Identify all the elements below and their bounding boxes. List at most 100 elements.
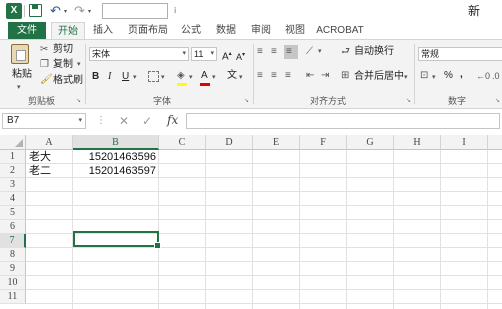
save-icon[interactable] <box>29 4 42 17</box>
paste-dropdown-icon[interactable]: ▾ <box>17 81 21 95</box>
shrink-font-icon[interactable]: A▾ <box>236 48 245 64</box>
number-launcher-icon[interactable]: ↘ <box>495 97 500 104</box>
column-header-d[interactable]: D <box>206 135 253 150</box>
underline-dropdown-icon[interactable]: ▾ <box>133 71 137 85</box>
column-header-i[interactable]: I <box>441 135 488 150</box>
wrap-text-icon[interactable]: ⮐ <box>341 45 350 59</box>
undo-dropdown-icon[interactable]: ▾ <box>64 8 67 15</box>
formula-input[interactable] <box>186 113 500 129</box>
merge-center-button[interactable]: 合并后居中 <box>354 70 404 84</box>
column-header-a[interactable]: A <box>26 135 73 150</box>
column-header-g[interactable]: G <box>347 135 394 150</box>
tab-view[interactable]: 视图 <box>280 22 310 39</box>
row-header-8[interactable]: 8 <box>0 248 26 262</box>
tab-acrobat[interactable]: ACROBAT <box>314 22 366 39</box>
row-header-10[interactable]: 10 <box>0 276 26 290</box>
cell-b2[interactable]: 15201463597 <box>74 164 156 178</box>
font-launcher-icon[interactable]: ↘ <box>244 97 249 104</box>
percent-button[interactable]: % <box>444 69 453 83</box>
row-header-1[interactable]: 1 <box>0 150 26 164</box>
decrease-decimal-icon[interactable]: .0 <box>492 69 500 83</box>
cut-button[interactable]: 剪切 <box>53 43 73 57</box>
bold-button[interactable]: B <box>92 70 99 84</box>
column-header-e[interactable]: E <box>253 135 300 150</box>
align-top-icon[interactable]: ≡ <box>257 45 263 59</box>
borders-dropdown-icon[interactable]: ▾ <box>161 71 165 85</box>
row-header-11[interactable]: 11 <box>0 290 26 304</box>
active-cell-b7[interactable] <box>73 231 161 249</box>
row-header-9[interactable]: 9 <box>0 262 26 276</box>
increase-decimal-icon[interactable]: ←0 <box>476 69 490 83</box>
column-header-j[interactable] <box>488 135 502 150</box>
format-painter-icon[interactable]: 🖌 <box>40 73 53 87</box>
copy-icon[interactable]: ❐ <box>40 58 49 72</box>
undo-icon[interactable]: ↶ <box>50 3 61 19</box>
align-left-icon[interactable]: ≡ <box>257 69 263 83</box>
accounting-format-icon[interactable]: ⊡ <box>420 69 428 83</box>
grow-font-icon[interactable]: A▴ <box>222 47 232 64</box>
cancel-icon[interactable]: ✕ <box>119 114 129 128</box>
paste-icon[interactable] <box>11 44 29 64</box>
cell-a2[interactable]: 老二 <box>29 164 71 178</box>
font-size-combo[interactable]: 11 ▾ <box>191 47 217 61</box>
decrease-indent-icon[interactable]: ⇤ <box>306 69 314 83</box>
accounting-dropdown-icon[interactable]: ▾ <box>432 71 436 85</box>
tab-data[interactable]: 数据 <box>211 22 241 39</box>
copy-button[interactable]: 复制 <box>53 58 73 72</box>
cell-b1[interactable]: 15201463596 <box>74 150 156 164</box>
tab-page-layout[interactable]: 页面布局 <box>124 22 172 39</box>
increase-indent-icon[interactable]: ⇥ <box>321 69 329 83</box>
column-header-f[interactable]: F <box>300 135 347 150</box>
align-right-icon[interactable]: ≡ <box>285 69 291 83</box>
merge-dropdown-icon[interactable]: ▾ <box>404 71 408 85</box>
column-header-h[interactable]: H <box>394 135 441 150</box>
name-box[interactable]: B7 ▾ <box>2 113 86 129</box>
tab-formulas[interactable]: 公式 <box>176 22 206 39</box>
insert-function-button[interactable]: fx <box>167 113 178 127</box>
row-header-4[interactable]: 4 <box>0 192 26 206</box>
select-all-button[interactable] <box>0 135 26 150</box>
row-header-7[interactable]: 7 <box>0 234 26 248</box>
cut-icon[interactable]: ✂ <box>40 43 48 57</box>
comma-button[interactable]: , <box>460 68 463 82</box>
underline-button[interactable]: U <box>122 70 129 84</box>
italic-button[interactable]: I <box>108 70 111 84</box>
borders-icon[interactable] <box>148 71 159 82</box>
orientation-icon[interactable]: ⟋ <box>306 45 313 59</box>
alignment-launcher-icon[interactable]: ↘ <box>406 97 411 104</box>
wrap-text-button[interactable]: 自动换行 <box>354 45 394 59</box>
tab-review[interactable]: 审阅 <box>246 22 276 39</box>
redo-icon[interactable]: ↷ <box>74 3 85 19</box>
phonetic-dropdown-icon[interactable]: ▾ <box>239 71 243 85</box>
font-name-combo[interactable]: 宋体 ▾ <box>89 47 189 61</box>
fill-dropdown-icon[interactable]: ▾ <box>189 71 193 85</box>
paste-button[interactable]: 粘贴 <box>12 68 32 82</box>
redo-dropdown-icon[interactable]: ▾ <box>88 8 91 15</box>
tab-file[interactable]: 文件 <box>8 22 46 39</box>
chevron-down-icon[interactable]: ▾ <box>78 114 82 128</box>
align-middle-icon[interactable]: ≡ <box>271 45 277 59</box>
tab-home[interactable]: 开始 <box>51 22 85 39</box>
phonetic-button[interactable]: 文 <box>227 69 237 83</box>
copy-dropdown-icon[interactable]: ▾ <box>77 58 81 72</box>
column-header-c[interactable]: C <box>159 135 206 150</box>
orientation-dropdown-icon[interactable]: ▾ <box>318 45 322 59</box>
font-color-button[interactable]: A <box>201 69 208 83</box>
column-header-b[interactable]: B <box>73 135 159 150</box>
row-header-5[interactable]: 5 <box>0 206 26 220</box>
quick-access-input[interactable] <box>102 3 168 19</box>
row-header-3[interactable]: 3 <box>0 178 26 192</box>
format-painter-button[interactable]: 格式刷 <box>53 74 83 88</box>
merge-center-icon[interactable]: ⊞ <box>341 69 349 83</box>
align-center-icon[interactable]: ≡ <box>271 69 277 83</box>
row-header-2[interactable]: 2 <box>0 164 26 178</box>
font-color-dropdown-icon[interactable]: ▾ <box>212 71 216 85</box>
row-header-6[interactable]: 6 <box>0 220 26 234</box>
clipboard-launcher-icon[interactable]: ↘ <box>76 97 81 104</box>
tab-insert[interactable]: 插入 <box>88 22 118 39</box>
enter-icon[interactable]: ✓ <box>142 114 152 128</box>
number-format-combo[interactable]: 常规 <box>418 47 502 61</box>
chevron-down-icon[interactable]: ▾ <box>182 48 186 60</box>
chevron-down-icon[interactable]: ▾ <box>210 48 214 60</box>
worksheet-grid[interactable]: A B C D E F G H I 1 2 3 4 5 6 7 8 9 10 1… <box>0 135 502 309</box>
